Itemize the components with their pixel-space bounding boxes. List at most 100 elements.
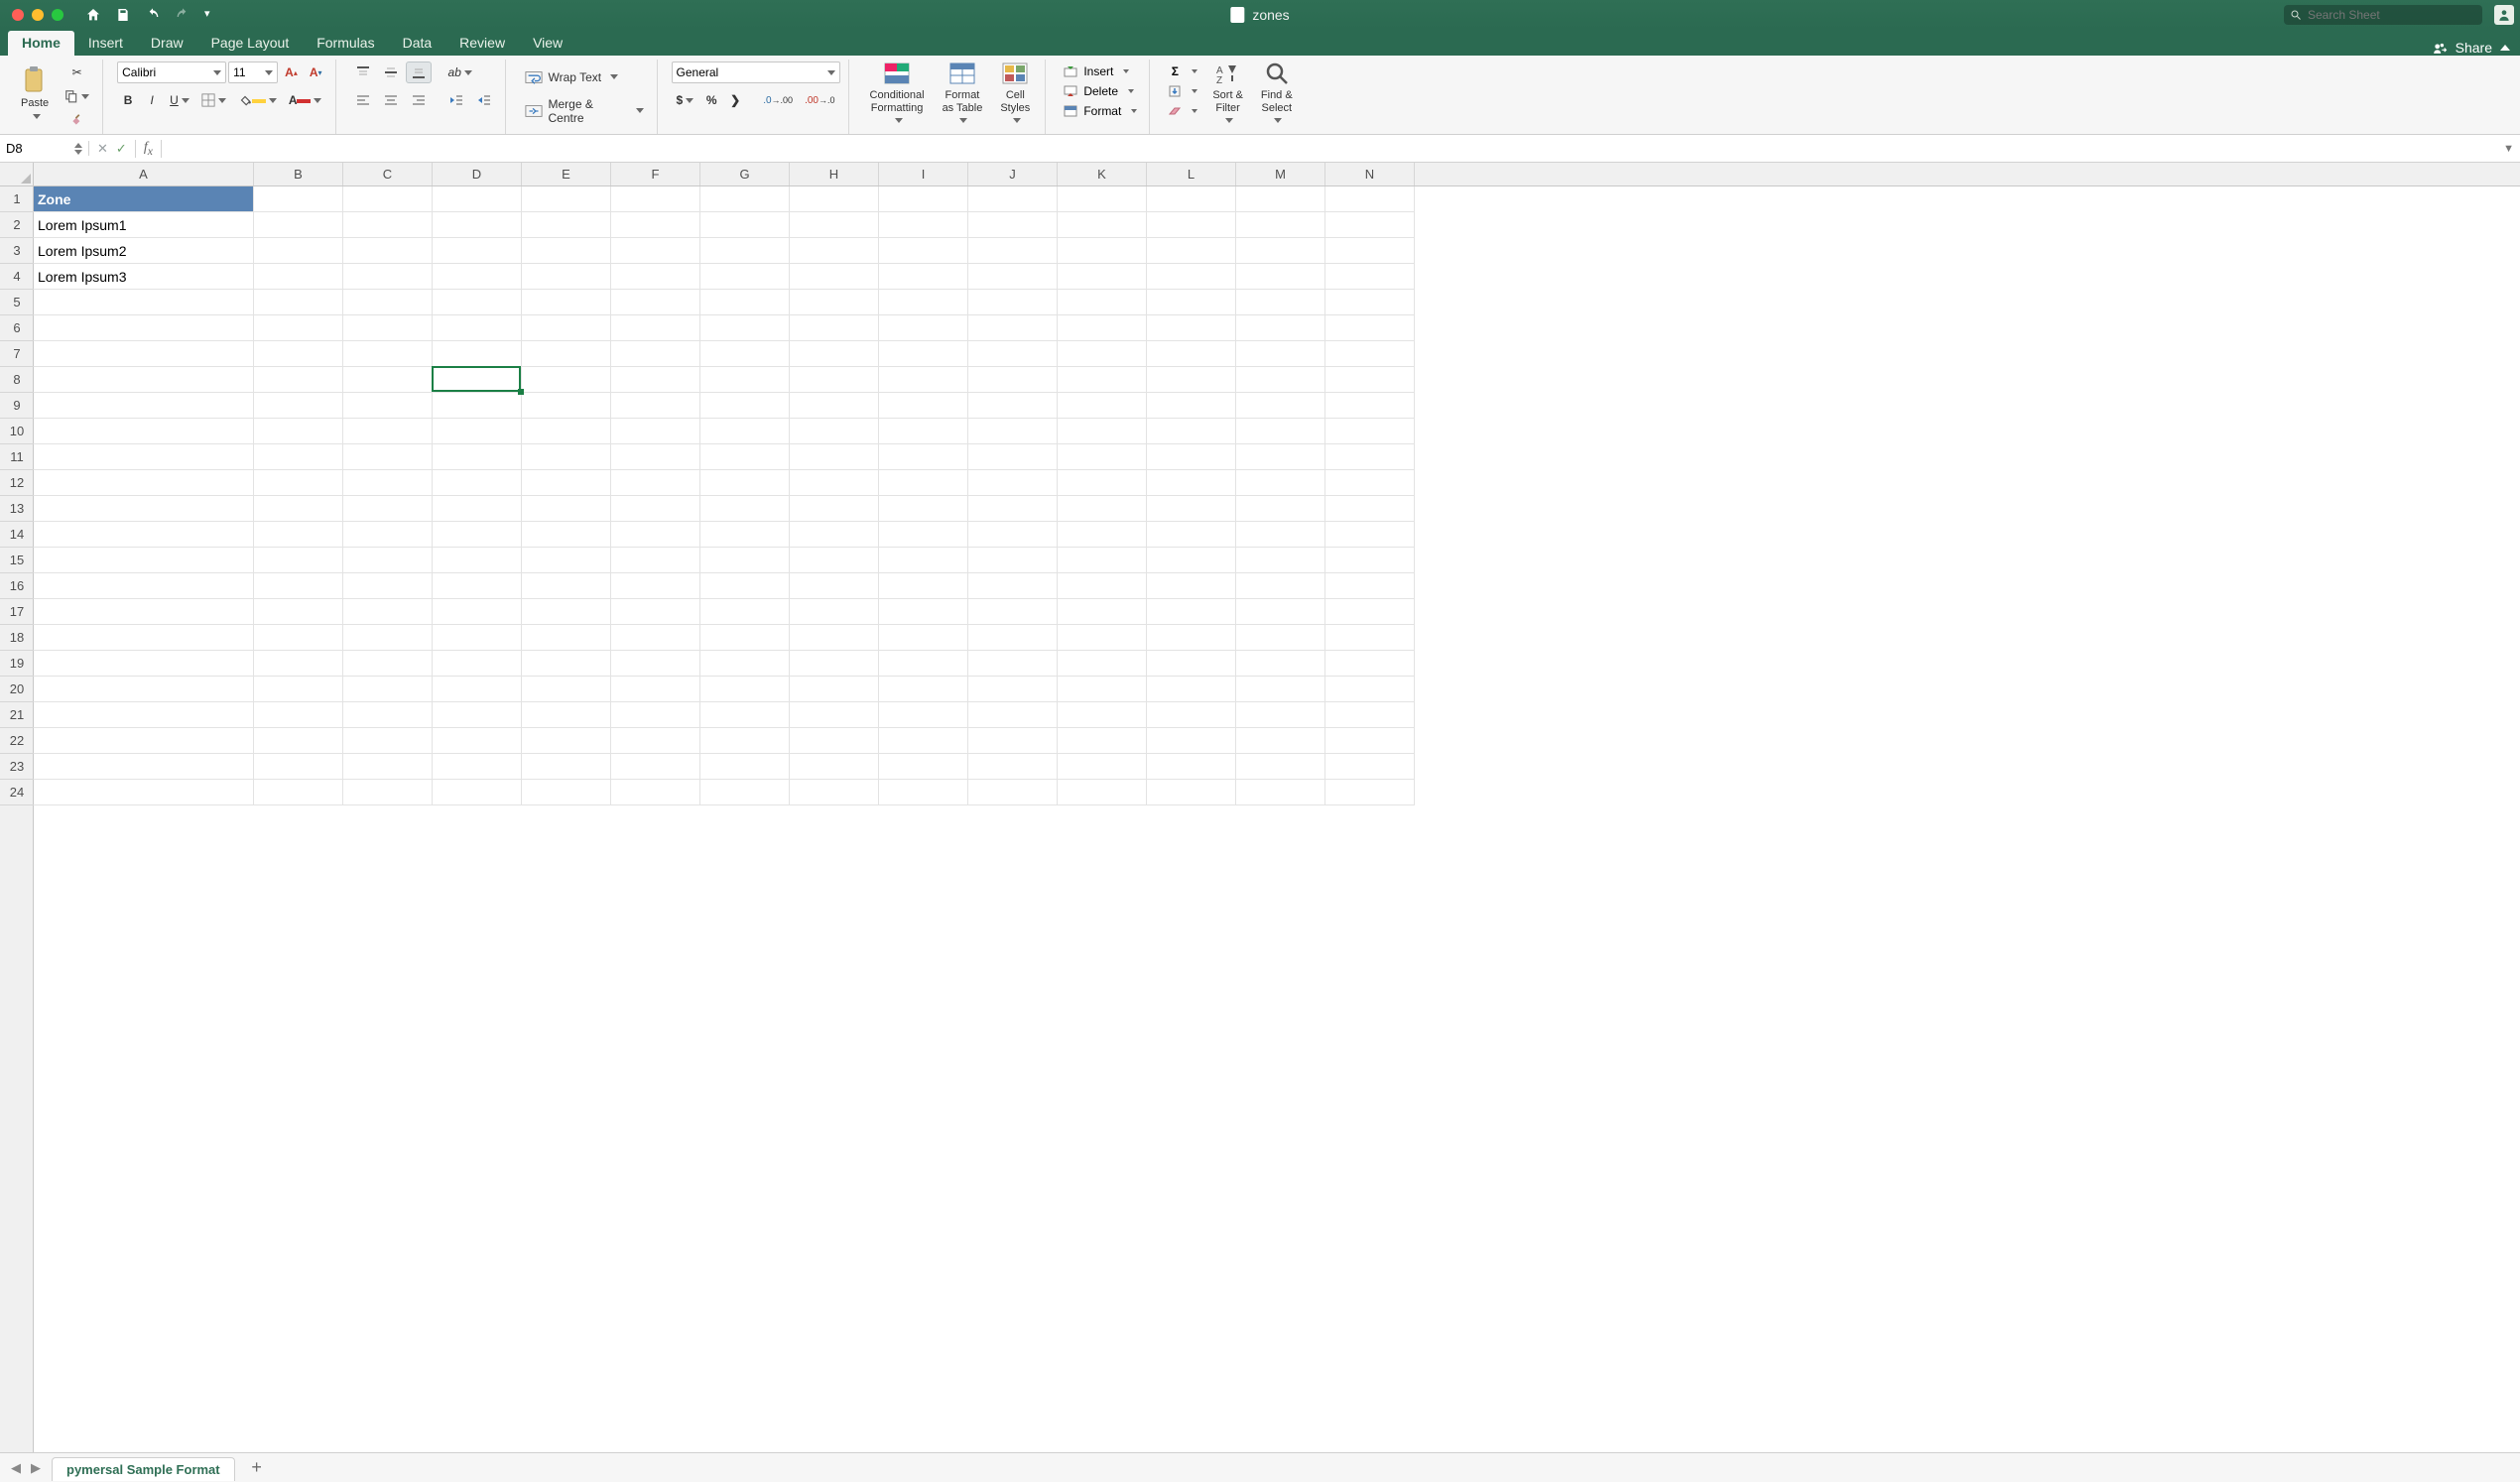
cell-B10[interactable]: [254, 419, 343, 444]
cell-M5[interactable]: [1236, 290, 1325, 315]
cell-M13[interactable]: [1236, 496, 1325, 522]
cell-I2[interactable]: [879, 212, 968, 238]
cell-L20[interactable]: [1147, 677, 1236, 702]
cell-A20[interactable]: [34, 677, 254, 702]
cell-H13[interactable]: [790, 496, 879, 522]
cell-C5[interactable]: [343, 290, 433, 315]
cell-D20[interactable]: [433, 677, 522, 702]
cell-L13[interactable]: [1147, 496, 1236, 522]
cell-N15[interactable]: [1325, 548, 1415, 573]
cell-L6[interactable]: [1147, 315, 1236, 341]
name-box-input[interactable]: [6, 141, 65, 156]
cell-G3[interactable]: [700, 238, 790, 264]
cell-M17[interactable]: [1236, 599, 1325, 625]
percent-format-button[interactable]: %: [700, 89, 722, 111]
cell-M6[interactable]: [1236, 315, 1325, 341]
cell-K24[interactable]: [1058, 780, 1147, 805]
ribbon-tab-view[interactable]: View: [519, 31, 576, 56]
cell-N20[interactable]: [1325, 677, 1415, 702]
comma-format-button[interactable]: ❯: [724, 89, 746, 111]
cell-E13[interactable]: [522, 496, 611, 522]
cell-F16[interactable]: [611, 573, 700, 599]
home-icon[interactable]: [85, 7, 101, 23]
cell-K13[interactable]: [1058, 496, 1147, 522]
cell-G13[interactable]: [700, 496, 790, 522]
cell-L24[interactable]: [1147, 780, 1236, 805]
cell-B16[interactable]: [254, 573, 343, 599]
cell-N23[interactable]: [1325, 754, 1415, 780]
search-input[interactable]: [2308, 8, 2476, 22]
cell-B12[interactable]: [254, 470, 343, 496]
cell-K20[interactable]: [1058, 677, 1147, 702]
column-header-F[interactable]: F: [611, 163, 700, 185]
cell-F13[interactable]: [611, 496, 700, 522]
cell-H14[interactable]: [790, 522, 879, 548]
cell-L1[interactable]: [1147, 186, 1236, 212]
cell-F7[interactable]: [611, 341, 700, 367]
cell-H5[interactable]: [790, 290, 879, 315]
row-header-17[interactable]: 17: [0, 599, 34, 625]
cell-N14[interactable]: [1325, 522, 1415, 548]
cell-N24[interactable]: [1325, 780, 1415, 805]
cell-C19[interactable]: [343, 651, 433, 677]
cell-C12[interactable]: [343, 470, 433, 496]
cell-L21[interactable]: [1147, 702, 1236, 728]
cell-I6[interactable]: [879, 315, 968, 341]
cell-F3[interactable]: [611, 238, 700, 264]
cell-K2[interactable]: [1058, 212, 1147, 238]
cell-G18[interactable]: [700, 625, 790, 651]
cell-I20[interactable]: [879, 677, 968, 702]
cell-I1[interactable]: [879, 186, 968, 212]
cell-L15[interactable]: [1147, 548, 1236, 573]
align-top-button[interactable]: [350, 62, 376, 83]
row-header-24[interactable]: 24: [0, 780, 34, 805]
cell-D4[interactable]: [433, 264, 522, 290]
cell-C17[interactable]: [343, 599, 433, 625]
cell-B8[interactable]: [254, 367, 343, 393]
cell-K14[interactable]: [1058, 522, 1147, 548]
cell-B7[interactable]: [254, 341, 343, 367]
cell-D6[interactable]: [433, 315, 522, 341]
column-header-E[interactable]: E: [522, 163, 611, 185]
zoom-window-button[interactable]: [52, 9, 63, 21]
cell-E4[interactable]: [522, 264, 611, 290]
row-header-22[interactable]: 22: [0, 728, 34, 754]
cell-L18[interactable]: [1147, 625, 1236, 651]
cell-F23[interactable]: [611, 754, 700, 780]
cell-C14[interactable]: [343, 522, 433, 548]
cell-I5[interactable]: [879, 290, 968, 315]
minimize-window-button[interactable]: [32, 9, 44, 21]
cell-D21[interactable]: [433, 702, 522, 728]
cell-C3[interactable]: [343, 238, 433, 264]
cell-L19[interactable]: [1147, 651, 1236, 677]
cell-H23[interactable]: [790, 754, 879, 780]
cell-A6[interactable]: [34, 315, 254, 341]
cell-N10[interactable]: [1325, 419, 1415, 444]
cell-G19[interactable]: [700, 651, 790, 677]
underline-button[interactable]: U: [165, 89, 194, 111]
increase-font-button[interactable]: A▴: [280, 62, 303, 83]
cell-K8[interactable]: [1058, 367, 1147, 393]
cell-E16[interactable]: [522, 573, 611, 599]
ribbon-tab-formulas[interactable]: Formulas: [303, 31, 388, 56]
cell-C22[interactable]: [343, 728, 433, 754]
cell-M16[interactable]: [1236, 573, 1325, 599]
copy-button[interactable]: [60, 85, 94, 107]
cell-B15[interactable]: [254, 548, 343, 573]
cell-K23[interactable]: [1058, 754, 1147, 780]
cell-E8[interactable]: [522, 367, 611, 393]
column-header-J[interactable]: J: [968, 163, 1058, 185]
cell-M7[interactable]: [1236, 341, 1325, 367]
cell-B20[interactable]: [254, 677, 343, 702]
autosum-button[interactable]: Σ: [1164, 62, 1201, 81]
cell-E18[interactable]: [522, 625, 611, 651]
cell-B9[interactable]: [254, 393, 343, 419]
cell-C4[interactable]: [343, 264, 433, 290]
cell-J4[interactable]: [968, 264, 1058, 290]
cell-A18[interactable]: [34, 625, 254, 651]
cell-E9[interactable]: [522, 393, 611, 419]
cell-L7[interactable]: [1147, 341, 1236, 367]
cell-E14[interactable]: [522, 522, 611, 548]
cell-K11[interactable]: [1058, 444, 1147, 470]
cell-K3[interactable]: [1058, 238, 1147, 264]
